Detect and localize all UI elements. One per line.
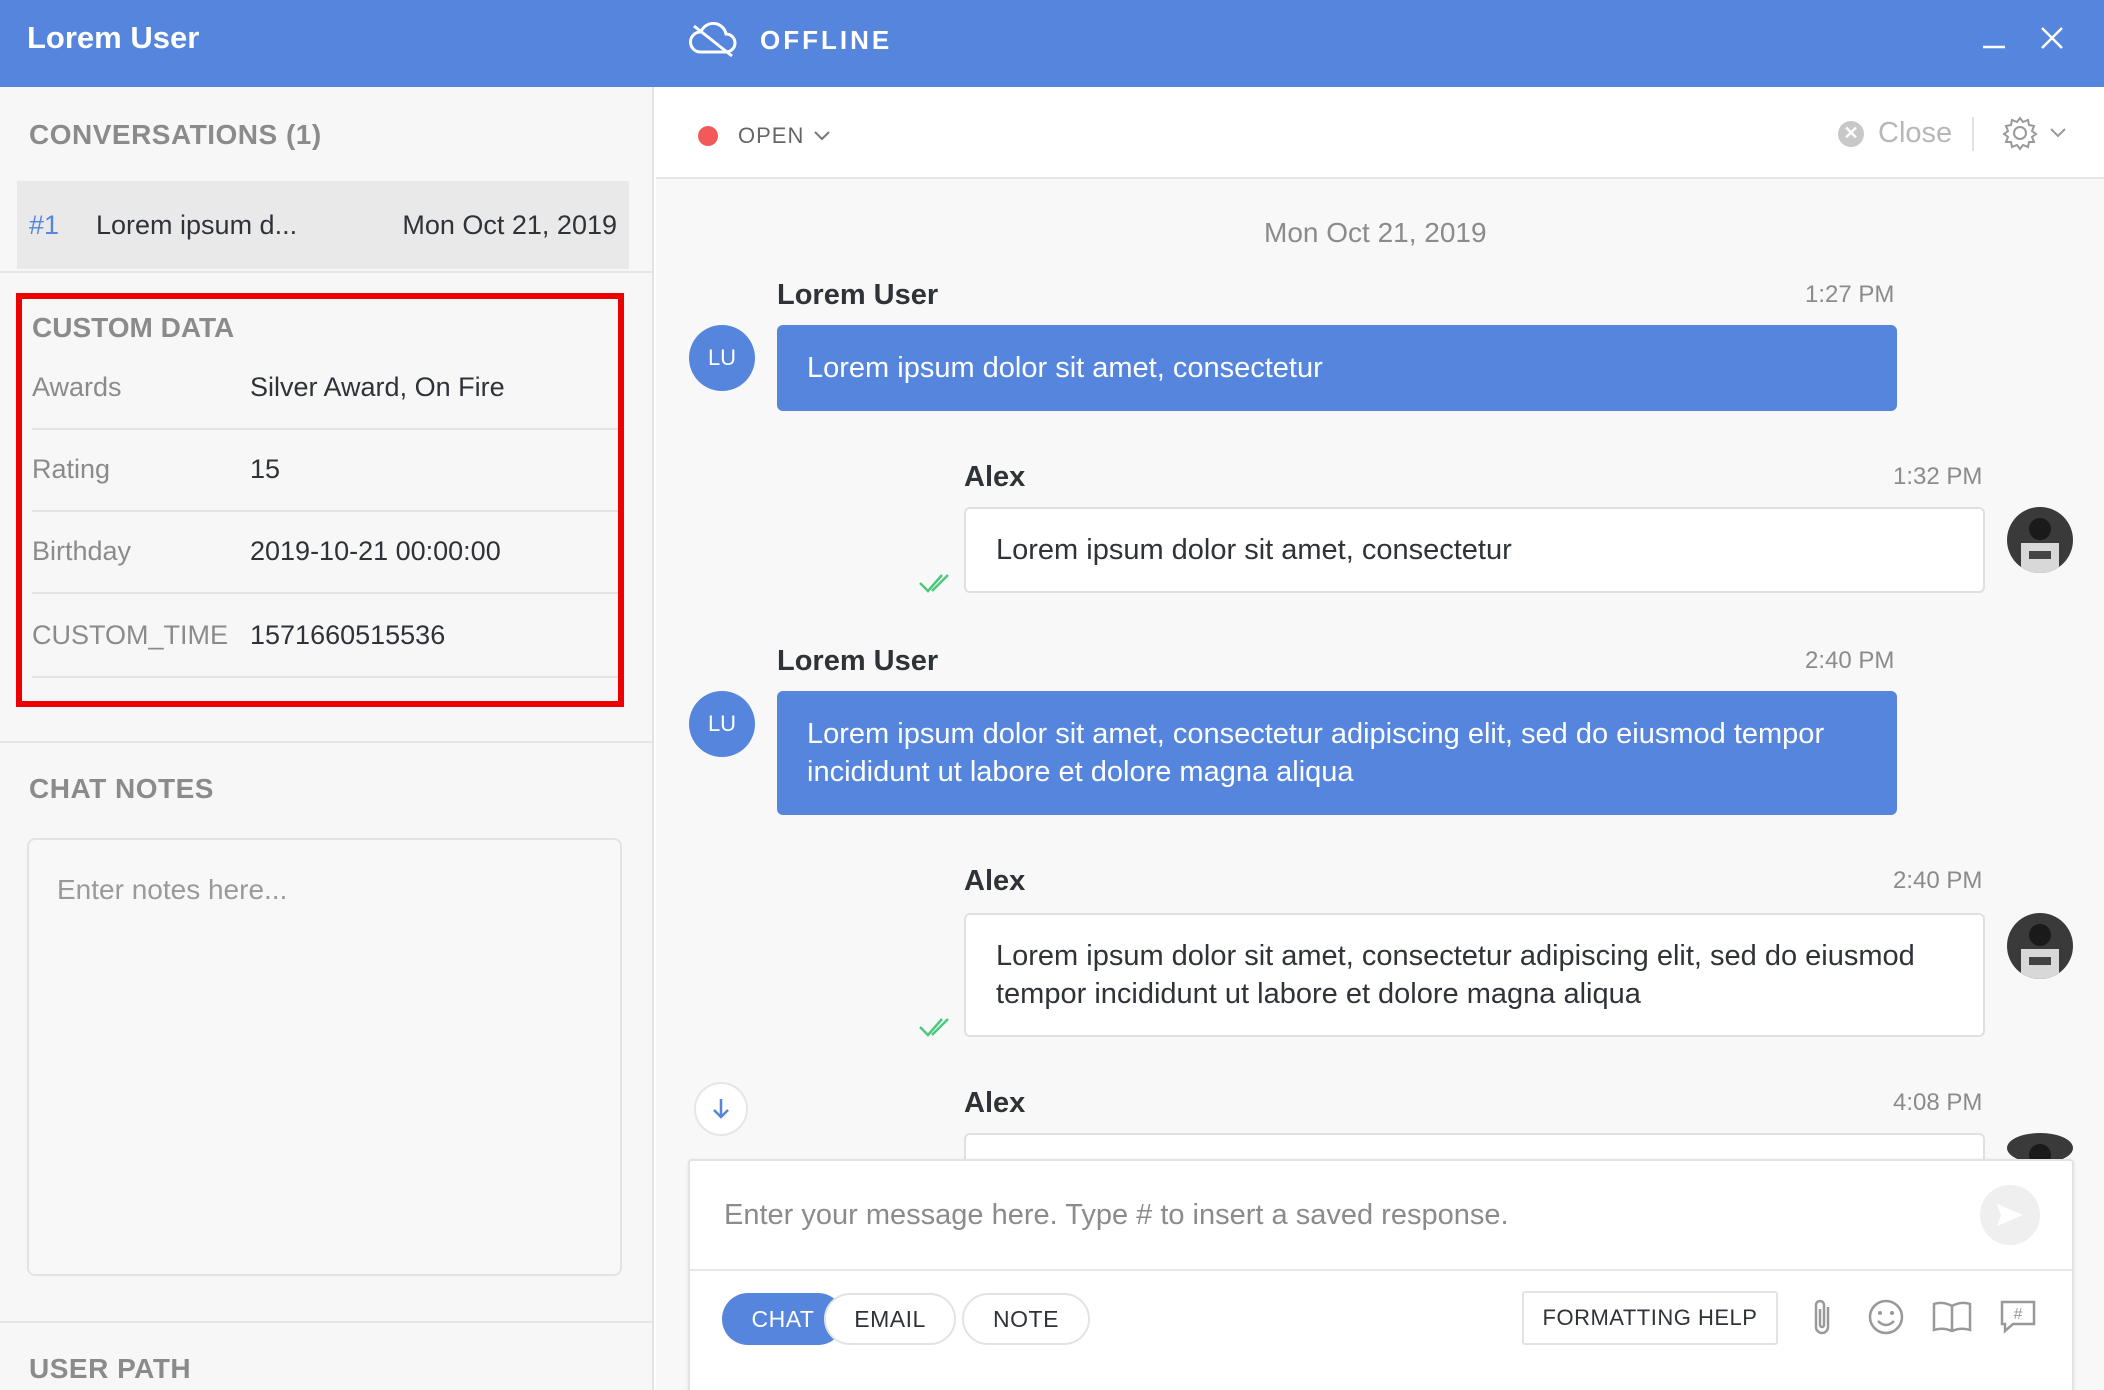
conversation-date: Mon Oct 21, 2019 xyxy=(402,209,617,240)
agent-avatar xyxy=(2007,507,2073,573)
conversation-item[interactable]: #1 Lorem ipsum d... Mon Oct 21, 2019 xyxy=(17,181,629,269)
message-input[interactable] xyxy=(690,1161,1940,1269)
minimize-icon xyxy=(1983,45,2005,49)
custom-data-key: Birthday xyxy=(32,536,132,566)
message-composer: CHAT EMAIL NOTE FORMATTING HELP # xyxy=(688,1159,2074,1390)
custom-data-value: Silver Award, On Fire xyxy=(250,372,505,402)
emoji-icon xyxy=(1868,1299,1904,1335)
message-sender: Alex xyxy=(964,1087,1026,1119)
book-icon xyxy=(1932,1301,1972,1333)
double-check-icon xyxy=(919,574,949,593)
custom-data-value: 15 xyxy=(250,454,281,484)
message-sender: Lorem User xyxy=(777,645,939,677)
custom-data-row: Birthday 2019-10-21 00:00:00 xyxy=(32,512,618,594)
knowledge-base-button[interactable] xyxy=(1930,1295,1974,1339)
double-check-icon xyxy=(919,1018,949,1037)
custom-data-title: CUSTOM DATA xyxy=(32,312,235,343)
user-path-title: USER PATH xyxy=(29,1353,192,1384)
send-button[interactable] xyxy=(1980,1185,2040,1245)
message-time: 2:40 PM xyxy=(1805,647,1895,674)
tab-email[interactable]: EMAIL xyxy=(824,1293,956,1345)
top-bar: Lorem User OFFLINE xyxy=(0,0,2104,87)
connection-status: OFFLINE xyxy=(688,22,892,58)
chevron-down-icon xyxy=(814,131,831,141)
divider xyxy=(0,271,652,273)
attach-file-button[interactable] xyxy=(1800,1295,1844,1339)
arrow-down-icon xyxy=(713,1099,729,1119)
divider xyxy=(0,741,652,743)
minimize-button[interactable] xyxy=(1974,18,2014,58)
agent-avatar xyxy=(2007,913,2073,979)
chat-notes-input[interactable] xyxy=(27,838,622,1276)
custom-data-row: Rating 15 xyxy=(32,430,618,512)
message-bubble-outgoing: Lorem ipsum dolor sit amet, consectetur … xyxy=(964,913,1985,1037)
settings-dropdown[interactable] xyxy=(2002,115,2068,151)
chat-panel: OPEN ✕ Close Mon Oct 21, 2019 Lorem User… xyxy=(656,87,2104,1390)
message-bubble-outgoing: Lorem ipsum dolor sit amet, consectetur xyxy=(964,507,1985,593)
saved-responses-button[interactable]: # xyxy=(1996,1295,2040,1339)
close-circle-icon: ✕ xyxy=(1838,120,1864,147)
avatar: LU xyxy=(689,325,755,391)
message-sender: Alex xyxy=(964,461,1026,493)
connection-status-label: OFFLINE xyxy=(760,24,893,55)
header-user-name: Lorem User xyxy=(27,20,200,55)
message-time: 2:40 PM xyxy=(1893,867,1983,894)
saved-response-icon: # xyxy=(2000,1300,2036,1334)
custom-data-key: CUSTOM_TIME xyxy=(32,620,229,650)
custom-data-value: 1571660515536 xyxy=(250,620,446,650)
custom-data-value: 2019-10-21 00:00:00 xyxy=(250,536,501,566)
divider xyxy=(1972,117,1974,151)
divider xyxy=(0,1321,652,1323)
status-dropdown[interactable]: OPEN xyxy=(698,123,832,149)
custom-data-section: CUSTOM DATA Awards Silver Award, On Fire… xyxy=(16,293,624,707)
status-dot-icon xyxy=(698,126,718,146)
conversations-title: CONVERSATIONS (1) xyxy=(29,119,322,150)
message-time: 1:27 PM xyxy=(1805,281,1895,308)
close-conversation-button[interactable]: ✕ Close xyxy=(1838,117,1952,150)
message-bubble-incoming: Lorem ipsum dolor sit amet, consectetur … xyxy=(777,691,1897,815)
conversation-number: #1 xyxy=(29,209,60,240)
close-label: Close xyxy=(1878,117,1953,149)
conversation-title: Lorem ipsum d... xyxy=(96,209,298,240)
paperclip-icon xyxy=(1814,1299,1830,1335)
message-time: 4:08 PM xyxy=(1893,1089,1983,1116)
custom-data-row: CUSTOM_TIME 1571660515536 xyxy=(32,596,618,678)
gear-icon xyxy=(2002,116,2038,151)
custom-data-key: Rating xyxy=(32,454,111,484)
message-time: 1:32 PM xyxy=(1893,463,1983,490)
chat-header: OPEN ✕ Close xyxy=(656,87,2104,179)
tab-note[interactable]: NOTE xyxy=(962,1293,1090,1345)
close-icon xyxy=(2041,27,2063,49)
custom-data-key: Awards xyxy=(32,372,122,402)
chevron-down-icon xyxy=(2050,128,2066,138)
message-sender: Alex xyxy=(964,865,1026,897)
svg-text:#: # xyxy=(2014,1306,2023,1323)
message-bubble-incoming: Lorem ipsum dolor sit amet, consectetur xyxy=(777,325,1897,411)
status-label: OPEN xyxy=(738,123,805,148)
message-sender: Lorem User xyxy=(777,279,939,311)
formatting-help-button[interactable]: FORMATTING HELP xyxy=(1522,1291,1778,1345)
divider xyxy=(690,1269,2072,1271)
emoji-button[interactable] xyxy=(1864,1295,1908,1339)
custom-data-row: Awards Silver Award, On Fire xyxy=(32,348,618,430)
avatar: LU xyxy=(689,691,755,757)
cloud-offline-icon xyxy=(689,22,737,58)
day-separator: Mon Oct 21, 2019 xyxy=(1264,217,1487,248)
send-icon xyxy=(1997,1204,2023,1226)
close-window-button[interactable] xyxy=(2032,18,2072,58)
left-panel: CONVERSATIONS (1) #1 Lorem ipsum d... Mo… xyxy=(0,87,654,1390)
chat-notes-title: CHAT NOTES xyxy=(29,773,214,804)
scroll-to-bottom-button[interactable] xyxy=(694,1082,748,1136)
